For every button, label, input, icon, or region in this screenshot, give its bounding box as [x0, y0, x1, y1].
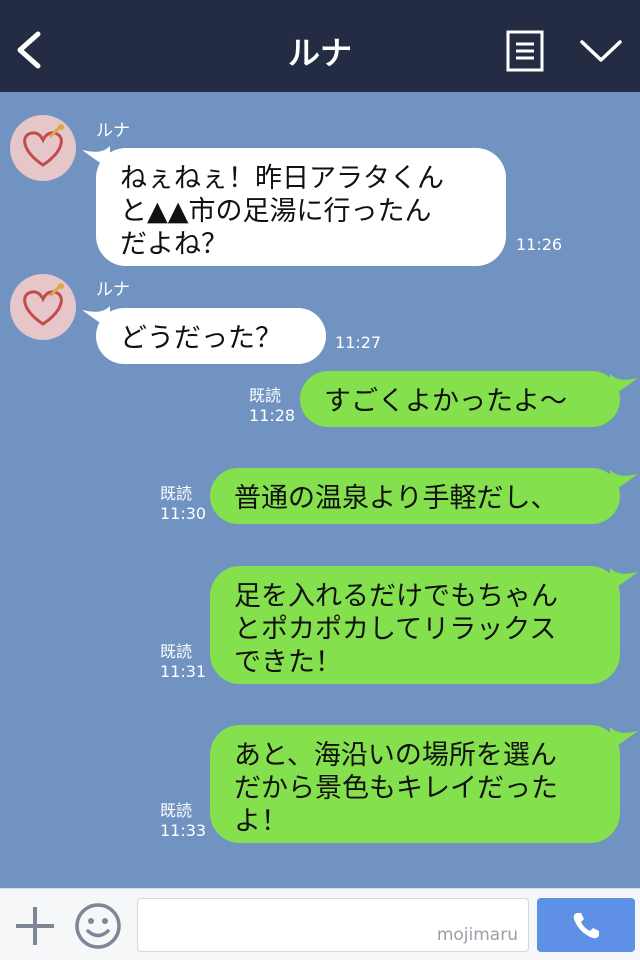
message-bubble[interactable]: すごくよかったよ〜 — [300, 371, 620, 427]
message-time: 11:33 — [160, 821, 207, 840]
add-button[interactable] — [14, 905, 56, 947]
message-input[interactable]: mojimaru — [137, 898, 529, 952]
bubble-tail — [610, 374, 638, 398]
plus-icon — [16, 907, 54, 945]
bubble-tail — [610, 470, 638, 494]
message-meta: 既読 11:33 — [160, 801, 206, 841]
sender-name: ルナ — [96, 121, 130, 141]
sender-name: ルナ — [96, 280, 130, 300]
chevron-down-icon — [580, 40, 622, 62]
message-bubble[interactable]: 足を入れるだけでもちゃん とポカポカしてリラックス できた！ — [210, 566, 620, 684]
message-meta: 既読 11:31 — [160, 642, 206, 682]
phone-icon — [573, 913, 599, 939]
avatar[interactable] — [10, 115, 76, 181]
chat-area[interactable]: ルナ ねぇねぇ！昨日アラタくん と▲▲市の足湯に行ったん だよね？ 11:26 … — [0, 92, 640, 888]
message-time: 11:26 — [516, 235, 563, 254]
message-bubble[interactable]: あと、海沿いの場所を選ん だから景色もキレイだった よ！ — [210, 725, 620, 843]
menu-icon — [506, 30, 544, 72]
message-bubble[interactable]: どうだった？ — [96, 308, 326, 364]
message-time: 11:27 — [335, 333, 382, 352]
read-receipt: 既読 — [160, 801, 193, 820]
emoji-button[interactable] — [74, 902, 122, 950]
collapse-button[interactable] — [578, 36, 624, 66]
input-bar: mojimaru — [0, 888, 640, 960]
message-bubble[interactable]: ねぇねぇ！昨日アラタくん と▲▲市の足湯に行ったん だよね？ — [96, 148, 506, 266]
read-receipt: 既読 — [249, 386, 282, 405]
message-bubble[interactable]: 普通の温泉より手軽だし、 — [210, 468, 620, 524]
call-button[interactable] — [537, 898, 635, 952]
chat-header: ルナ — [0, 0, 640, 92]
message-time: 11:30 — [160, 504, 207, 523]
read-receipt: 既読 — [160, 484, 193, 503]
message-time: 11:28 — [249, 406, 296, 425]
read-receipt: 既読 — [160, 642, 193, 661]
heart-ring-icon — [23, 283, 64, 326]
message-meta: 既読 11:30 — [160, 484, 206, 524]
menu-button[interactable] — [506, 30, 544, 72]
heart-ring-icon — [23, 124, 64, 167]
emoji-icon — [75, 903, 121, 949]
avatar[interactable] — [10, 274, 76, 340]
bubble-tail — [610, 727, 638, 751]
chat-title: ルナ — [287, 34, 352, 72]
watermark: mojimaru — [436, 925, 518, 945]
message-meta: 既読 11:28 — [249, 386, 295, 426]
bubble-tail — [610, 568, 638, 592]
message-time: 11:31 — [160, 662, 207, 681]
